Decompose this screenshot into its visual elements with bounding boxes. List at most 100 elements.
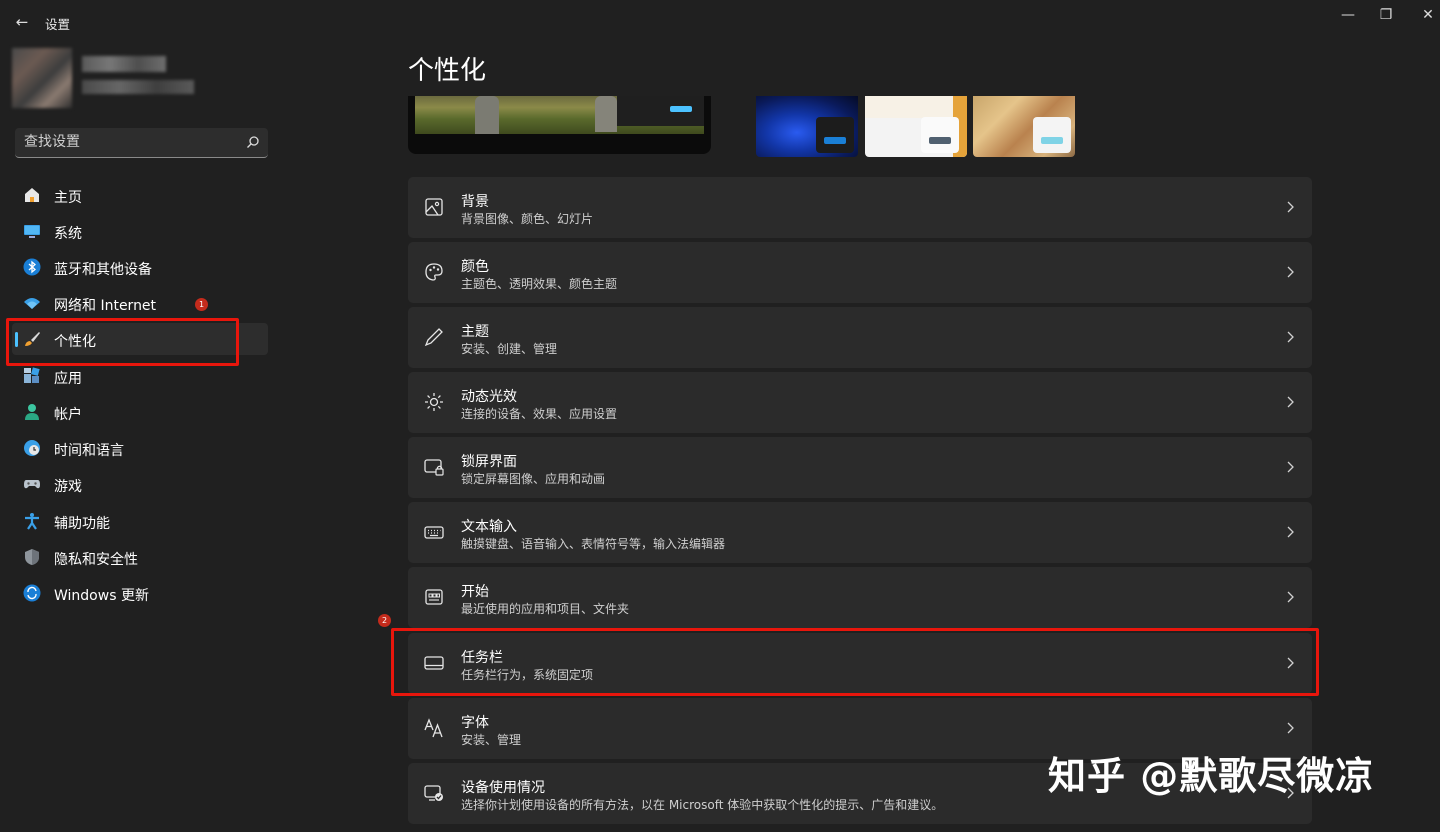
highlight-box-taskbar xyxy=(391,628,1319,696)
card-colors[interactable]: 颜色 主题色、透明效果、颜色主题 xyxy=(408,242,1312,303)
sidebar-item-network[interactable]: 网络和 Internet xyxy=(12,287,268,319)
sidebar-item-label: 辅助功能 xyxy=(54,516,110,532)
card-subtitle: 最近使用的应用和项目、文件夹 xyxy=(461,602,630,616)
sidebar-item-label: 游戏 xyxy=(54,479,82,495)
theme-card xyxy=(1033,117,1071,153)
sidebar-item-label: 隐私和安全性 xyxy=(54,552,138,568)
chevron-right-icon xyxy=(1287,396,1294,408)
card-subtitle: 主题色、透明效果、颜色主题 xyxy=(461,277,618,291)
card-subtitle: 锁定屏幕图像、应用和动画 xyxy=(461,472,606,486)
back-button[interactable]: ← xyxy=(12,10,32,34)
card-title: 主题 xyxy=(461,324,489,340)
theme-thumbnail-illustrated[interactable] xyxy=(973,96,1075,157)
watermark: 知乎 @默歌尽微凉 xyxy=(1048,754,1375,798)
profile-email-redacted xyxy=(82,80,194,94)
home-icon xyxy=(25,188,39,202)
bluetooth-icon xyxy=(23,258,41,276)
search-icon[interactable] xyxy=(246,135,260,149)
theme-window-top xyxy=(865,96,967,118)
desktop-preview xyxy=(408,96,711,154)
sidebar-item-label: 网络和 Internet xyxy=(54,298,157,314)
card-title: 设备使用情况 xyxy=(461,780,545,796)
card-subtitle: 触摸键盘、语音输入、表情符号等，输入法编辑器 xyxy=(461,537,726,551)
card-dynamic-lighting[interactable]: 动态光效 连接的设备、效果、应用设置 xyxy=(408,372,1312,433)
globe-clock-icon xyxy=(24,440,40,456)
sidebar-item-accessibility[interactable]: 辅助功能 xyxy=(12,505,268,537)
sidebar-item-windows-update[interactable]: Windows 更新 xyxy=(12,577,268,609)
lockscreen-icon xyxy=(424,459,444,476)
theme-thumbnail-light[interactable] xyxy=(865,96,967,157)
chevron-right-icon xyxy=(1287,331,1294,343)
card-lock-screen[interactable]: 锁屏界面 锁定屏幕图像、应用和动画 xyxy=(408,437,1312,498)
card-subtitle: 背景图像、颜色、幻灯片 xyxy=(461,212,594,226)
title-bar: ← 设置 — ❐ ✕ xyxy=(0,0,1440,40)
card-title: 锁屏界面 xyxy=(461,454,517,470)
pen-icon xyxy=(424,328,443,347)
theme-accent-bar xyxy=(1041,137,1063,144)
sidebar-item-label: 系统 xyxy=(54,226,82,242)
monitor-icon xyxy=(24,225,40,238)
close-button[interactable]: ✕ xyxy=(1413,4,1440,26)
device-usage-icon xyxy=(424,785,443,801)
sidebar-item-label: 应用 xyxy=(54,371,82,387)
sidebar-item-apps[interactable]: 应用 xyxy=(12,360,268,392)
card-subtitle: 安装、创建、管理 xyxy=(461,342,558,356)
chevron-right-icon xyxy=(1287,591,1294,603)
search-box[interactable] xyxy=(15,128,268,158)
wifi-icon xyxy=(24,298,40,309)
preview-stone xyxy=(595,96,617,132)
card-subtitle: 选择你计划使用设备的所有方法，以在 Microsoft 体验中获取个性化的提示、… xyxy=(461,798,944,812)
shield-icon xyxy=(25,549,39,565)
restore-button[interactable]: ❐ xyxy=(1371,4,1401,26)
keyboard-icon xyxy=(424,526,444,539)
theme-accent-bar xyxy=(929,137,951,144)
card-title: 背景 xyxy=(461,194,489,210)
step-badge-2: 2 xyxy=(378,614,391,627)
font-icon xyxy=(424,718,443,738)
search-input[interactable] xyxy=(15,128,235,156)
sidebar-item-accounts[interactable]: 帐户 xyxy=(12,396,268,428)
sidebar-item-time-language[interactable]: 时间和语言 xyxy=(12,432,268,464)
minimize-button[interactable]: — xyxy=(1333,4,1363,26)
user-icon xyxy=(25,404,39,420)
card-subtitle: 连接的设备、效果、应用设置 xyxy=(461,407,618,421)
start-icon xyxy=(425,589,443,605)
chevron-right-icon xyxy=(1287,201,1294,213)
accessibility-icon xyxy=(25,513,39,530)
chevron-right-icon xyxy=(1287,461,1294,473)
card-title: 字体 xyxy=(461,715,489,731)
card-themes[interactable]: 主题 安装、创建、管理 xyxy=(408,307,1312,368)
card-start[interactable]: 开始 最近使用的应用和项目、文件夹 xyxy=(408,567,1312,628)
card-title: 动态光效 xyxy=(461,389,517,405)
chevron-right-icon xyxy=(1287,526,1294,538)
sidebar-item-gaming[interactable]: 游戏 xyxy=(12,468,268,500)
card-subtitle: 安装、管理 xyxy=(461,733,522,747)
chevron-right-icon xyxy=(1287,266,1294,278)
theme-card xyxy=(816,117,854,153)
page-title: 个性化 xyxy=(408,56,487,86)
highlight-box-personalization xyxy=(6,318,239,366)
sidebar-item-label: 蓝牙和其他设备 xyxy=(54,262,152,278)
avatar[interactable] xyxy=(12,48,72,108)
app-title: 设置 xyxy=(45,17,71,32)
sidebar-item-home[interactable]: 主页 xyxy=(12,179,268,211)
card-background[interactable]: 背景 背景图像、颜色、幻灯片 xyxy=(408,177,1312,238)
preview-accent-bar xyxy=(670,106,692,112)
theme-accent-bar xyxy=(824,137,846,144)
theme-thumbnail-bloom[interactable] xyxy=(756,96,858,157)
sparkle-icon xyxy=(425,393,443,411)
preview-stone xyxy=(475,96,499,134)
apps-icon xyxy=(24,367,40,383)
card-text-input[interactable]: 文本输入 触摸键盘、语音输入、表情符号等，输入法编辑器 xyxy=(408,502,1312,563)
sidebar-item-bluetooth[interactable]: 蓝牙和其他设备 xyxy=(12,251,268,283)
wallpaper-preview xyxy=(415,96,704,134)
card-title: 开始 xyxy=(461,584,489,600)
sidebar-item-label: 主页 xyxy=(54,190,82,206)
sidebar-item-label: Windows 更新 xyxy=(54,588,149,604)
sidebar-item-privacy[interactable]: 隐私和安全性 xyxy=(12,541,268,573)
card-title: 文本输入 xyxy=(461,519,517,535)
sidebar-item-system[interactable]: 系统 xyxy=(12,215,268,247)
image-icon xyxy=(425,198,443,216)
theme-card xyxy=(921,117,959,153)
gamepad-icon xyxy=(24,480,40,489)
